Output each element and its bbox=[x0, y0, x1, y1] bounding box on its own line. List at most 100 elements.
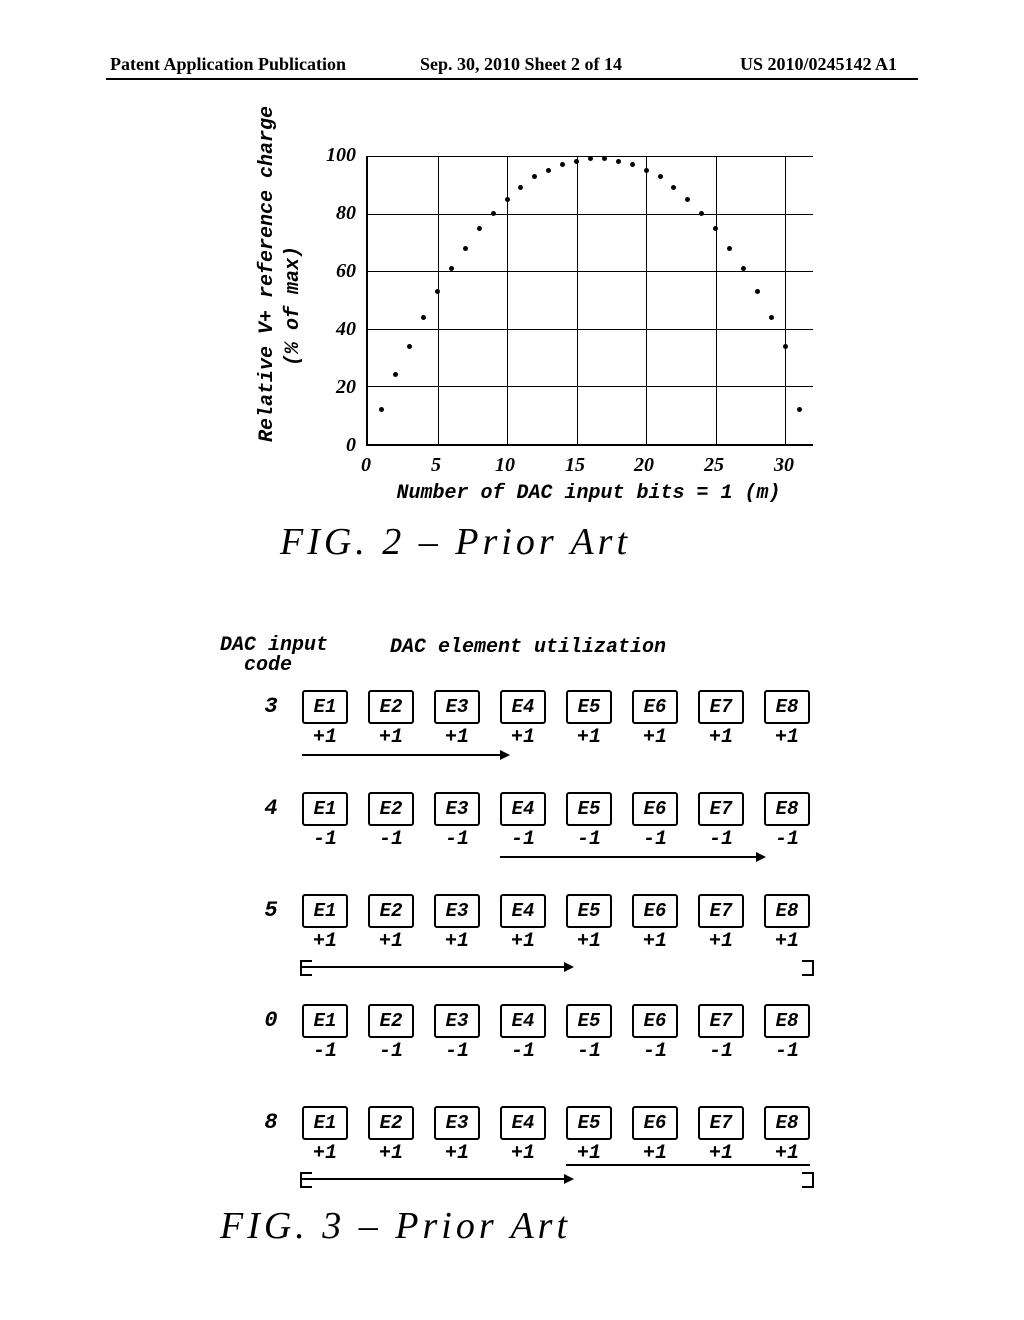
chart-dot bbox=[518, 185, 523, 190]
header-right: US 2010/0245142 A1 bbox=[740, 54, 897, 75]
dac-element-cell: E2 bbox=[368, 690, 414, 724]
dac-element-cell: E7 bbox=[698, 1106, 744, 1140]
chart-dot bbox=[421, 315, 426, 320]
fig2-caption: FIG. 2 – Prior Art bbox=[280, 520, 920, 564]
dac-element-cell: E4 bbox=[500, 894, 546, 928]
dac-element-sign: -1 bbox=[434, 828, 480, 851]
xtick-5: 5 bbox=[416, 454, 456, 477]
dac-element-sign: +1 bbox=[302, 726, 348, 749]
chart-dot bbox=[699, 211, 704, 216]
chart-dot bbox=[560, 162, 565, 167]
dac-element-sign: +1 bbox=[434, 930, 480, 953]
chart-dot bbox=[783, 344, 788, 349]
dac-element-cell: E1 bbox=[302, 1106, 348, 1140]
ytick-100: 100 bbox=[306, 144, 356, 167]
dac-element-sign: +1 bbox=[434, 1142, 480, 1165]
dac-element-cell: E8 bbox=[764, 690, 810, 724]
dac-element-sign: +1 bbox=[500, 930, 546, 953]
fig2-chart-area bbox=[366, 156, 813, 446]
dac-input-code: 0 bbox=[256, 1008, 286, 1033]
dac-element-sign: +1 bbox=[632, 726, 678, 749]
chart-dot bbox=[588, 156, 593, 161]
dac-element-sign: +1 bbox=[698, 726, 744, 749]
dac-element-sign: +1 bbox=[368, 930, 414, 953]
chart-dot bbox=[379, 407, 384, 412]
dac-row: 4E1E2E3E4E5E6E7E8-1-1-1-1-1-1-1-1 bbox=[220, 792, 860, 870]
bracket-open-icon bbox=[300, 1172, 312, 1188]
dac-element-sign: +1 bbox=[500, 726, 546, 749]
dac-element-sign: +1 bbox=[698, 930, 744, 953]
dac-element-cell: E1 bbox=[302, 690, 348, 724]
dac-element-sign: +1 bbox=[368, 1142, 414, 1165]
dac-element-cell: E6 bbox=[632, 1106, 678, 1140]
dac-element-sign: +1 bbox=[764, 1142, 810, 1165]
ytick-20: 20 bbox=[306, 376, 356, 399]
dac-element-cell: E6 bbox=[632, 1004, 678, 1038]
dac-element-sign: -1 bbox=[566, 1040, 612, 1063]
dac-element-cell: E4 bbox=[500, 1004, 546, 1038]
dac-element-cell: E5 bbox=[566, 894, 612, 928]
dac-element-cell: E8 bbox=[764, 1004, 810, 1038]
dac-element-cell: E6 bbox=[632, 792, 678, 826]
dac-element-sign: +1 bbox=[698, 1142, 744, 1165]
chart-dot bbox=[741, 266, 746, 271]
arrow-line bbox=[302, 966, 564, 968]
dac-element-cell: E2 bbox=[368, 1004, 414, 1038]
chart-dot bbox=[616, 159, 621, 164]
xtick-20: 20 bbox=[624, 454, 664, 477]
dac-element-cell: E3 bbox=[434, 690, 480, 724]
xtick-0: 0 bbox=[346, 454, 386, 477]
dac-element-sign: +1 bbox=[632, 1142, 678, 1165]
dac-element-cell: E2 bbox=[368, 894, 414, 928]
dac-element-cell: E4 bbox=[500, 1106, 546, 1140]
header-center: Sep. 30, 2010 Sheet 2 of 14 bbox=[420, 54, 622, 75]
dac-element-sign: -1 bbox=[500, 1040, 546, 1063]
dac-element-cell: E7 bbox=[698, 690, 744, 724]
arrow-line bbox=[302, 1178, 564, 1180]
chart-dot bbox=[685, 197, 690, 202]
dac-element-cell: E5 bbox=[566, 792, 612, 826]
dac-element-sign: -1 bbox=[698, 1040, 744, 1063]
dac-row: 5E1E2E3E4E5E6E7E8+1+1+1+1+1+1+1+1 bbox=[220, 894, 860, 980]
dac-element-cell: E7 bbox=[698, 792, 744, 826]
dac-element-sign: +1 bbox=[566, 726, 612, 749]
chart-dot bbox=[797, 407, 802, 412]
bracket-open-icon bbox=[300, 960, 312, 976]
dac-element-sign: -1 bbox=[302, 1040, 348, 1063]
chart-dot bbox=[477, 226, 482, 231]
dac-element-sign: -1 bbox=[632, 1040, 678, 1063]
dac-element-cell: E5 bbox=[566, 690, 612, 724]
dac-element-cell: E1 bbox=[302, 792, 348, 826]
arrow-line bbox=[302, 754, 500, 756]
chart-dot bbox=[574, 159, 579, 164]
dac-element-cell: E5 bbox=[566, 1004, 612, 1038]
chart-dot bbox=[449, 266, 454, 271]
dac-input-code: 5 bbox=[256, 898, 286, 923]
xtick-10: 10 bbox=[485, 454, 525, 477]
chart-dot bbox=[630, 162, 635, 167]
fig3-caption: FIG. 3 – Prior Art bbox=[220, 1204, 960, 1248]
bracket-close-icon bbox=[802, 1172, 814, 1188]
dac-element-sign: +1 bbox=[302, 930, 348, 953]
dac-element-sign: -1 bbox=[434, 1040, 480, 1063]
dac-element-sign: +1 bbox=[566, 1142, 612, 1165]
dac-element-sign: -1 bbox=[368, 1040, 414, 1063]
dac-row: 8E1E2E3E4E5E6E7E8+1+1+1+1+1+1+1+1 bbox=[220, 1106, 860, 1192]
dac-element-sign: -1 bbox=[566, 828, 612, 851]
chart-dot bbox=[435, 289, 440, 294]
chart-dot bbox=[755, 289, 760, 294]
chart-dot bbox=[713, 226, 718, 231]
arrow-head-icon bbox=[564, 1174, 574, 1184]
dac-input-code: 4 bbox=[256, 796, 286, 821]
dac-element-sign: -1 bbox=[302, 828, 348, 851]
dac-element-cell: E2 bbox=[368, 1106, 414, 1140]
arrow-line bbox=[500, 856, 756, 858]
arrow-head-icon bbox=[564, 962, 574, 972]
ytick-80: 80 bbox=[306, 202, 356, 225]
dac-element-sign: +1 bbox=[764, 930, 810, 953]
dac-element-cell: E7 bbox=[698, 1004, 744, 1038]
chart-dot bbox=[671, 185, 676, 190]
dac-element-cell: E1 bbox=[302, 1004, 348, 1038]
xtick-30: 30 bbox=[764, 454, 804, 477]
dac-element-sign: +1 bbox=[500, 1142, 546, 1165]
